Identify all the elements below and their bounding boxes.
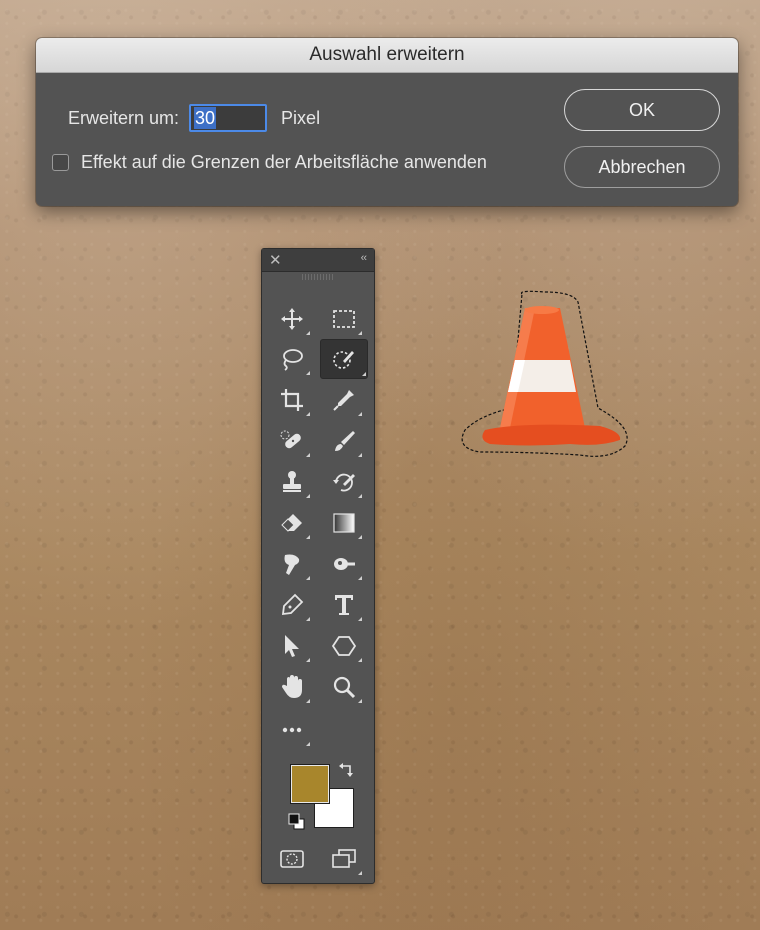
eyedropper-tool[interactable] (325, 382, 363, 418)
shape-tool[interactable] (325, 628, 363, 664)
lasso-icon (283, 349, 303, 371)
swap-colors-icon[interactable] (338, 761, 356, 779)
expand-selection-dialog: Auswahl erweitern Erweitern um: 30 Pixel… (36, 38, 738, 206)
brush-tool[interactable] (325, 423, 363, 459)
smudge-icon (284, 554, 300, 575)
foreground-color-swatch[interactable] (290, 764, 330, 804)
history-brush-icon (333, 473, 355, 492)
lasso-tool[interactable] (273, 341, 311, 377)
quick-mask-icon (280, 850, 304, 868)
hand-tool[interactable] (273, 669, 311, 705)
gradient-icon (333, 513, 355, 533)
type-icon (335, 595, 353, 615)
cone-image (460, 290, 635, 465)
canvas-bounds-row: Effekt auf die Grenzen der Arbeitsfläche… (52, 152, 487, 173)
quick-mask-button[interactable] (273, 841, 311, 877)
bandage-icon (280, 430, 301, 449)
screen-mode-icon (332, 849, 356, 868)
marquee-icon (333, 310, 355, 328)
type-tool[interactable] (325, 587, 363, 623)
move-icon (281, 308, 303, 330)
expand-amount-input[interactable]: 30 (189, 104, 268, 132)
zoom-tool[interactable] (325, 669, 363, 705)
drag-grip[interactable] (302, 274, 334, 280)
edit-toolbar-button[interactable] (273, 712, 311, 748)
eyedropper-icon (333, 390, 354, 411)
apply-canvas-bounds-checkbox[interactable] (52, 154, 69, 171)
pen-tool[interactable] (273, 587, 311, 623)
checkbox-label[interactable]: Effekt auf die Grenzen der Arbeitsfläche… (81, 152, 487, 173)
eraser-icon (281, 514, 302, 532)
default-colors-icon[interactable] (288, 813, 306, 831)
expand-row: Erweitern um: 30 Pixel (68, 104, 320, 132)
arrow-icon (285, 635, 299, 657)
expand-label: Erweitern um: (68, 107, 180, 128)
brush-icon (335, 431, 355, 451)
tools-panel: ✕ ‹‹ (261, 248, 375, 884)
screen-mode-button[interactable] (325, 841, 363, 877)
cancel-button[interactable]: Abbrechen (564, 146, 720, 188)
crop-icon (281, 389, 303, 411)
expand-amount-value[interactable]: 30 (194, 107, 217, 129)
dodge-icon (334, 558, 355, 570)
eraser-tool[interactable] (273, 505, 311, 541)
collapse-icon[interactable]: ‹‹ (361, 252, 367, 264)
more-icon (282, 727, 302, 733)
history-brush-tool[interactable] (325, 464, 363, 500)
hexagon-icon (331, 636, 357, 656)
crop-tool[interactable] (273, 382, 311, 418)
rectangular-marquee-tool[interactable] (325, 301, 363, 337)
smudge-tool[interactable] (273, 546, 311, 582)
path-selection-tool[interactable] (273, 628, 311, 664)
ok-button[interactable]: OK (564, 89, 720, 131)
quick-selection-icon (333, 351, 354, 369)
dialog-title: Auswahl erweitern (36, 38, 738, 73)
magnifier-icon (333, 676, 356, 699)
unit-label: Pixel (281, 107, 321, 128)
clone-stamp-tool[interactable] (273, 464, 311, 500)
tools-panel-header[interactable]: ✕ ‹‹ (262, 249, 374, 272)
spot-healing-tool[interactable] (273, 423, 311, 459)
stamp-icon (283, 471, 301, 492)
gradient-tool[interactable] (325, 505, 363, 541)
pen-icon (281, 593, 304, 616)
dodge-tool[interactable] (325, 546, 363, 582)
hand-icon (282, 675, 302, 698)
close-icon[interactable]: ✕ (269, 251, 282, 269)
move-tool[interactable] (273, 301, 311, 337)
quick-selection-tool[interactable] (320, 339, 368, 379)
